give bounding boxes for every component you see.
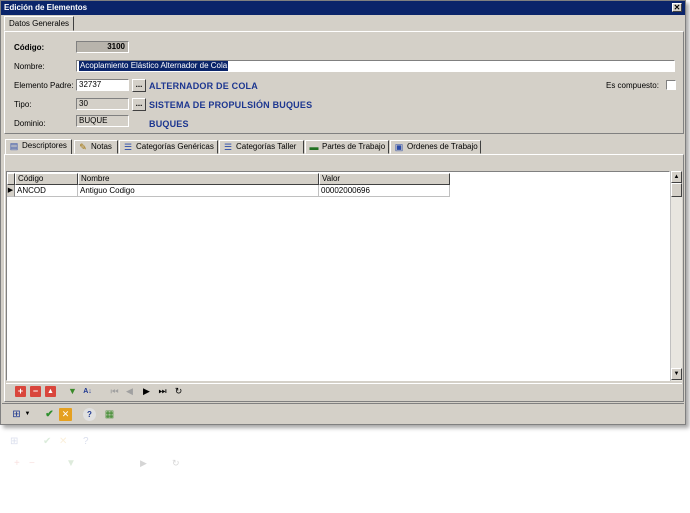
tab-descriptores[interactable]: ▤ Descriptores	[5, 139, 72, 154]
tipo-description: SISTEMA DE PROPULSIÓN BUQUES	[149, 100, 313, 110]
filter-icon[interactable]: ▼	[67, 386, 78, 397]
scroll-up-button[interactable]: ▲	[671, 171, 682, 183]
dominio-field: BUQUE	[76, 115, 129, 127]
tab-categorias-genericas-label: Categorías Genéricas	[136, 142, 214, 151]
tab-notas-label: Notas	[91, 142, 112, 151]
es-compuesto-checkbox[interactable]	[666, 80, 676, 90]
column-header-nombre[interactable]: Nombre	[78, 173, 319, 185]
edit-record-icon[interactable]: ▲	[45, 386, 56, 397]
dominio-label: Dominio:	[14, 119, 46, 128]
add-record-icon[interactable]: +	[15, 386, 26, 397]
tab-categorias-genericas[interactable]: ☰ Categorías Genéricas	[119, 140, 218, 154]
tab-datos-generales[interactable]: Datos Generales	[4, 16, 75, 31]
prior-record-icon[interactable]: ◀	[124, 386, 135, 397]
sort-icon[interactable]: A↓	[82, 386, 93, 397]
window-reflection: ⊞ ✔ ✕ ? + − ▼ ▶ ↻	[0, 430, 686, 510]
cell-valor[interactable]: 00002000696	[319, 185, 450, 197]
tab-categorias-taller[interactable]: ☰ Categorías Taller	[219, 140, 304, 154]
column-header-valor[interactable]: Valor	[319, 173, 450, 185]
cancel-icon[interactable]: ✕	[59, 408, 72, 421]
last-record-icon[interactable]: ⏭	[157, 386, 168, 397]
grid-vertical-scrollbar[interactable]: ▲ ▼	[670, 171, 682, 381]
edicion-elementos-window: Edición de Elementos ✕ Datos Generales C…	[0, 0, 686, 425]
cancel-icon: ✕	[59, 436, 68, 447]
accept-icon: ✔	[43, 436, 52, 447]
cell-nombre[interactable]: Antiguo Codigo	[78, 185, 319, 197]
tab-descriptores-label: Descriptores	[22, 141, 67, 150]
codigo-field: 3100	[76, 41, 129, 53]
dropdown-arrow-icon[interactable]: ▼	[24, 408, 31, 421]
descriptores-grid[interactable]: Código Nombre Valor ▶ ANCOD Antiguo Codi…	[6, 171, 670, 381]
document-icon: ▣	[394, 142, 404, 152]
filter-icon: ▼	[66, 458, 76, 469]
tab-partes-trabajo-label: Partes de Trabajo	[322, 142, 386, 151]
delete-record-icon[interactable]: −	[30, 386, 41, 397]
window-title: Edición de Elementos	[4, 3, 88, 12]
tab-categorias-taller-label: Categorías Taller	[236, 142, 297, 151]
tab-partes-trabajo[interactable]: ▬ Partes de Trabajo	[305, 140, 389, 154]
tipo-label: Tipo:	[14, 100, 32, 109]
tab-ordenes-trabajo-label: Ordenes de Trabajo	[407, 142, 478, 151]
next-record-icon: ▶	[140, 458, 147, 468]
dominio-description: BUQUES	[149, 119, 189, 129]
accept-icon[interactable]: ✔	[43, 408, 56, 421]
tree-structure-icon: ⊞	[10, 436, 19, 447]
close-button[interactable]: ✕	[672, 3, 682, 12]
codigo-label: Código:	[14, 43, 45, 52]
print-icon[interactable]: ▦	[103, 408, 116, 421]
delete-record-icon: −	[29, 458, 35, 469]
cell-codigo[interactable]: ANCOD	[15, 185, 78, 197]
elemento-padre-lookup-button[interactable]: ...	[132, 79, 146, 92]
list-icon: ☰	[123, 142, 133, 152]
nombre-value: Acoplamiento Elástico Alternador de Cola	[79, 61, 229, 71]
help-icon[interactable]: ?	[83, 408, 96, 421]
refresh-icon[interactable]: ↻	[173, 386, 184, 397]
next-record-icon[interactable]: ▶	[141, 386, 152, 397]
es-compuesto-label: Es compuesto:	[606, 81, 659, 90]
report-icon: ▬	[309, 142, 319, 152]
datos-generales-panel: Código: 3100 Nombre: Acoplamiento Elásti…	[4, 31, 684, 134]
list-icon: ☰	[223, 142, 233, 152]
nombre-label: Nombre:	[14, 62, 45, 71]
elemento-padre-description: ALTERNADOR DE COLA	[149, 81, 258, 91]
scroll-thumb[interactable]	[671, 183, 682, 197]
bottom-toolbar: ⊞ ▼ ✔ ✕ ? ▦	[2, 403, 684, 424]
row-indicator: ▶	[7, 185, 15, 197]
scroll-down-button[interactable]: ▼	[671, 368, 682, 380]
table-icon: ▤	[9, 141, 19, 151]
nombre-input[interactable]: Acoplamiento Elástico Alternador de Cola	[76, 60, 675, 72]
add-record-icon: +	[14, 458, 20, 469]
row-header-corner	[7, 173, 15, 185]
notes-icon: ✎	[79, 142, 87, 152]
tab-datos-generales-label: Datos Generales	[9, 19, 70, 28]
tab-ordenes-trabajo[interactable]: ▣ Ordenes de Trabajo	[390, 140, 481, 154]
tab-notas[interactable]: ✎ Notas	[74, 140, 118, 154]
tree-structure-icon[interactable]: ⊞	[10, 408, 23, 421]
tipo-lookup-button[interactable]: ...	[132, 98, 146, 111]
elemento-padre-label: Elemento Padre:	[14, 81, 74, 90]
grid-navigator: + − ▲ ▼ A↓ ⏮ ◀ ▶ ⏭ ↻	[6, 383, 682, 399]
help-icon: ?	[83, 436, 89, 447]
tipo-field: 30	[76, 98, 129, 110]
title-bar: Edición de Elementos ✕	[1, 1, 685, 15]
column-header-codigo[interactable]: Código	[15, 173, 78, 185]
first-record-icon[interactable]: ⏮	[109, 386, 120, 397]
refresh-icon: ↻	[172, 458, 180, 468]
elemento-padre-input[interactable]: 32737	[76, 79, 129, 91]
